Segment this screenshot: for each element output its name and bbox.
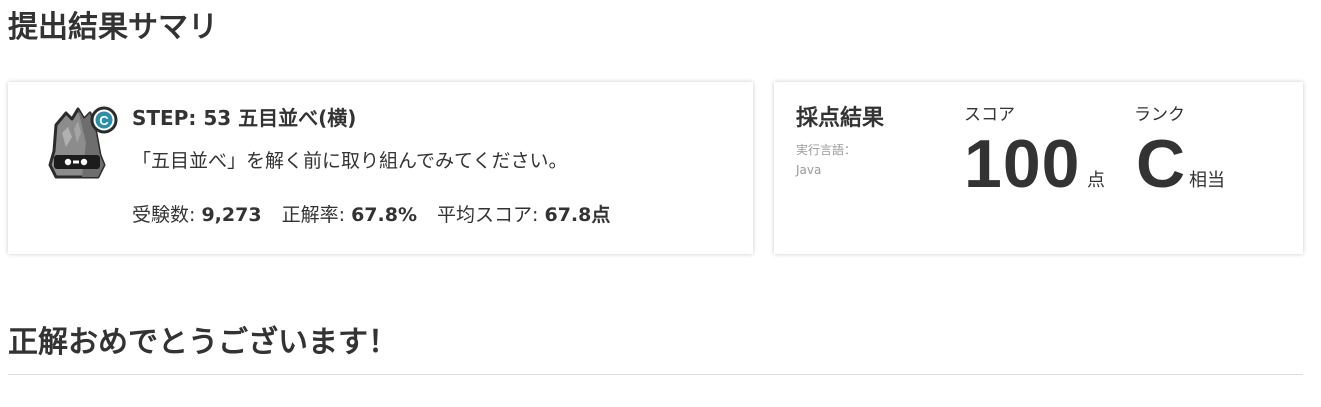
examinees-label: 受験数: [132,204,196,226]
rank-suffix: 相当 [1189,170,1225,191]
avg-score-label: 平均スコア: [437,204,539,226]
congratulations-heading: 正解おめでとうございます！ [8,325,398,360]
correct-rate-value: 67.8% [351,204,417,226]
grading-result-card: 採点結果 実行言語： Java スコア 100 点 ランク C 相当 [774,82,1303,254]
examinees-value: 9,273 [201,204,262,226]
rank-badge: C [99,113,109,128]
score-label: スコア [964,105,1015,125]
page-title: 提出結果サマリ [8,10,218,45]
step-title: STEP: 53 五目並べ(横) [132,106,357,130]
divider [8,374,1303,375]
rank-value: C [1136,126,1186,202]
correct-rate-label: 正解率: [281,204,346,226]
result-title: 採点結果 [796,106,885,131]
step-stats: 受験数: 9,273 正解率: 67.8% 平均スコア: 67.8点 [132,201,610,229]
language-label: 実行言語： [796,143,857,157]
score-unit: 点 [1087,170,1105,191]
step-description: 「五目並べ」を解く前に取り組んでみてください。 [132,150,568,172]
step-summary-card: C STEP: 53 五目並べ(横) 「五目並べ」を解く前に取り組んでみてくださ… [8,82,753,254]
score-value: 100 [964,126,1081,202]
rank-label: ランク [1134,105,1185,125]
avg-score-value: 67.8点 [544,204,611,226]
language-value: Java [796,163,822,177]
rock-monster-icon: C [48,106,118,179]
